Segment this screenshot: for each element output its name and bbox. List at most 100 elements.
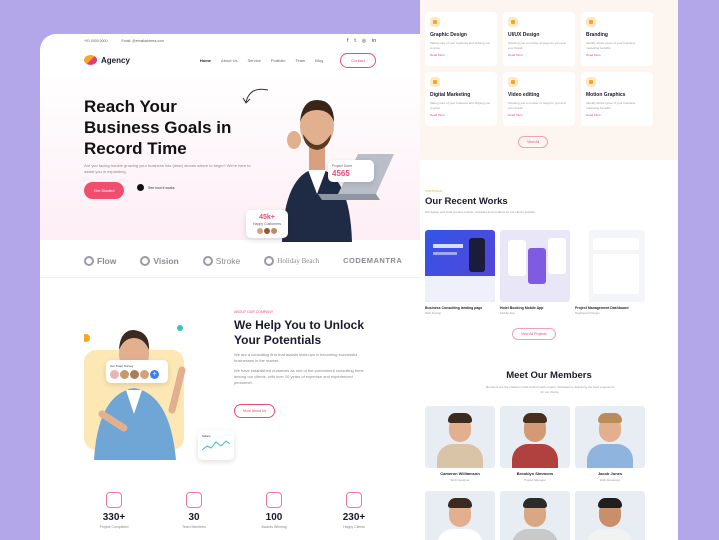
- nav-home[interactable]: Home: [200, 58, 211, 63]
- project-done-value: 4565: [332, 169, 350, 178]
- phone-text: +91 0000 0000: [84, 39, 108, 43]
- logo-icon: [84, 55, 97, 65]
- nav-portfolio[interactable]: Portfolio: [271, 58, 286, 63]
- play-icon: [137, 184, 144, 191]
- work-thumbnail: [500, 230, 570, 302]
- view-all-services-button[interactable]: View All: [518, 136, 549, 148]
- service-card[interactable]: Motion Graphics Identify all the types of…: [581, 72, 653, 126]
- decorative-arrow-icon: [242, 88, 269, 104]
- about-person-image: [84, 325, 186, 460]
- nav-menu: Home About Us Service Portfolio Team Blo…: [200, 58, 323, 63]
- projects-icon: [106, 492, 122, 508]
- work-item[interactable]: Project Management Dashboard Dashboard D…: [575, 230, 645, 315]
- email-text: Email: @emailaddress.com: [121, 39, 165, 43]
- nav-about[interactable]: About Us: [221, 58, 237, 63]
- about-section: Our Team Survey + Salary ABOUT OUR COMPA…: [84, 310, 414, 460]
- stat-projects: 330+ Project Completed: [84, 492, 144, 529]
- members-grid: Cameron Williamson Web Designer Brooklyn…: [425, 406, 645, 540]
- project-done-label: Project Done: [332, 164, 353, 168]
- graphic-design-icon: [430, 17, 440, 27]
- member-card[interactable]: Jacob Jones Web Developer: [575, 406, 645, 486]
- play-video-link[interactable]: See how it works: [137, 184, 174, 191]
- stats-row: 330+ Project Completed 30 Team Members 1…: [84, 492, 384, 529]
- service-card[interactable]: Video editing Showing you a number of way…: [503, 72, 575, 126]
- stat-awards: 100 Awards Winning: [244, 492, 304, 529]
- uiux-design-icon: [508, 17, 518, 27]
- member-photo: [575, 491, 645, 540]
- member-card[interactable]: Brooklyn Simmons Project Manager: [500, 406, 570, 486]
- branding-icon: [586, 17, 596, 27]
- service-card[interactable]: Branding Identify all the types of your b…: [581, 12, 653, 66]
- work-item[interactable]: Hotel Booking Mobile App Mobile App: [500, 230, 570, 315]
- about-text: We are a consulting firm that assists st…: [234, 352, 369, 386]
- add-member-icon: +: [150, 370, 159, 379]
- vision-logo-icon: [140, 255, 151, 266]
- clients-icon: [346, 492, 362, 508]
- instagram-icon[interactable]: ◎: [362, 38, 366, 44]
- navbar: Agency Home About Us Service Portfolio T…: [40, 48, 420, 72]
- member-photo: [500, 491, 570, 540]
- works-subtitle: We design and build creative brands, web…: [425, 210, 536, 214]
- stat-clients: 230+ Happy Clients: [324, 492, 384, 529]
- stat-team: 30 Team Members: [164, 492, 224, 529]
- about-paragraph-1: We are a consulting firm that assists st…: [234, 352, 358, 363]
- service-card[interactable]: UI/UX Design Showing you a number of ways…: [503, 12, 575, 66]
- customers-label: Happy Customers: [252, 222, 281, 226]
- more-about-us-button[interactable]: More About Us: [234, 404, 276, 418]
- logo-text: Agency: [101, 55, 130, 65]
- member-card[interactable]: [575, 491, 645, 540]
- digital-marketing-icon: [430, 77, 440, 87]
- nav-service[interactable]: Service: [247, 58, 260, 63]
- work-thumbnail: [425, 230, 495, 302]
- team-survey-card: Our Team Survey +: [106, 360, 168, 383]
- logo[interactable]: Agency: [84, 55, 130, 65]
- service-card[interactable]: Digital Marketing Taking care of your bus…: [425, 72, 497, 126]
- contact-button[interactable]: Contact: [340, 52, 376, 68]
- work-item[interactable]: Business Consulting landing page Web Des…: [425, 230, 495, 315]
- services-grid: Graphic Design Taking care of your busine…: [425, 12, 670, 126]
- nav-team[interactable]: Team: [296, 58, 306, 63]
- hero-title: Reach Your Business Goals in Record Time: [84, 97, 232, 158]
- works-tag: PORTFOLIO: [425, 189, 443, 193]
- members-subtitle: Members are the creative minds behind ea…: [485, 385, 615, 394]
- brand-stroke: Stroke: [202, 255, 240, 266]
- project-done-card: Project Done 4565: [328, 160, 374, 182]
- social-links: f t ◎ in: [347, 38, 376, 44]
- happy-customers-card: 45k+ Happy Customers: [246, 210, 288, 238]
- salary-chart-icon: [201, 440, 231, 451]
- motion-graphics-icon: [586, 77, 596, 87]
- holiday-beach-logo-icon: [264, 255, 275, 266]
- team-survey-label: Our Team Survey: [110, 364, 134, 368]
- team-icon: [186, 492, 202, 508]
- member-card[interactable]: [500, 491, 570, 540]
- top-contact-bar: +91 0000 0000 Email: @emailaddress.com f…: [40, 34, 420, 48]
- service-card[interactable]: Graphic Design Taking care of your busine…: [425, 12, 497, 66]
- about-tag: ABOUT OUR COMPANY: [234, 310, 274, 314]
- member-card[interactable]: Cameron Williamson Web Designer: [425, 406, 495, 486]
- landing-page-preview-right: Graphic Design Taking care of your busine…: [420, 0, 678, 540]
- flow-logo-icon: [84, 255, 94, 266]
- member-photo: [425, 406, 495, 468]
- customers-value: 45k+: [259, 214, 275, 221]
- brand-logos-strip: Flow Vision Stroke Holiday Beach CODEMAN…: [40, 244, 420, 278]
- about-title: We Help You to Unlock Your Potentials: [234, 318, 365, 347]
- nav-blog[interactable]: Blog: [315, 58, 323, 63]
- works-title: Our Recent Works: [425, 196, 508, 207]
- team-avatars: +: [110, 370, 164, 379]
- get-started-button[interactable]: Get Started: [84, 182, 125, 199]
- about-paragraph-2: We have established ourselves as one of …: [234, 368, 364, 385]
- linkedin-icon[interactable]: in: [372, 38, 376, 44]
- play-label: See how it works: [148, 185, 175, 190]
- member-photo: [425, 491, 495, 540]
- video-editing-icon: [508, 77, 518, 87]
- customer-avatars: [250, 228, 284, 234]
- member-photo: [500, 406, 570, 468]
- brand-vision: Vision: [140, 255, 179, 266]
- twitter-icon[interactable]: t: [354, 38, 355, 44]
- view-all-projects-button[interactable]: View All Projects: [512, 328, 556, 340]
- facebook-icon[interactable]: f: [347, 38, 348, 44]
- member-card[interactable]: [425, 491, 495, 540]
- award-icon: [266, 492, 282, 508]
- stroke-logo-icon: [202, 255, 213, 266]
- brand-codemantra: CODEMANTRA: [343, 256, 403, 265]
